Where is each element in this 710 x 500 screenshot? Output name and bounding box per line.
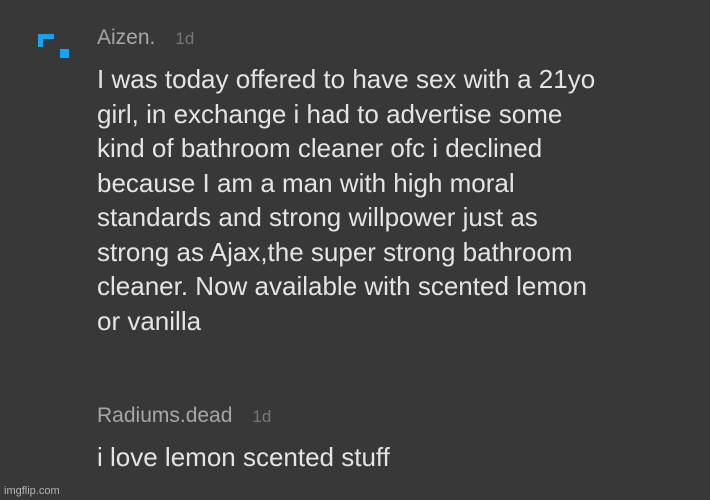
username[interactable]: Radiums.dead [97,404,232,428]
imgflip-watermark: imgflip.com [4,485,60,497]
comment-text: I was today offered to have sex with a 2… [97,64,596,336]
blue-bracket-logo-icon[interactable] [38,34,70,60]
timestamp[interactable]: 1d [175,29,194,49]
username[interactable]: Aizen. [97,26,155,50]
timestamp[interactable]: 1d [252,407,271,427]
comment-text: i love lemon scented stuff [97,442,390,472]
comment-header: Aizen. 1d [97,26,194,56]
comment-header: Radiums.dead 1d [97,404,271,434]
comment-thread: Aizen. 1d I was today offered to have se… [0,0,710,500]
